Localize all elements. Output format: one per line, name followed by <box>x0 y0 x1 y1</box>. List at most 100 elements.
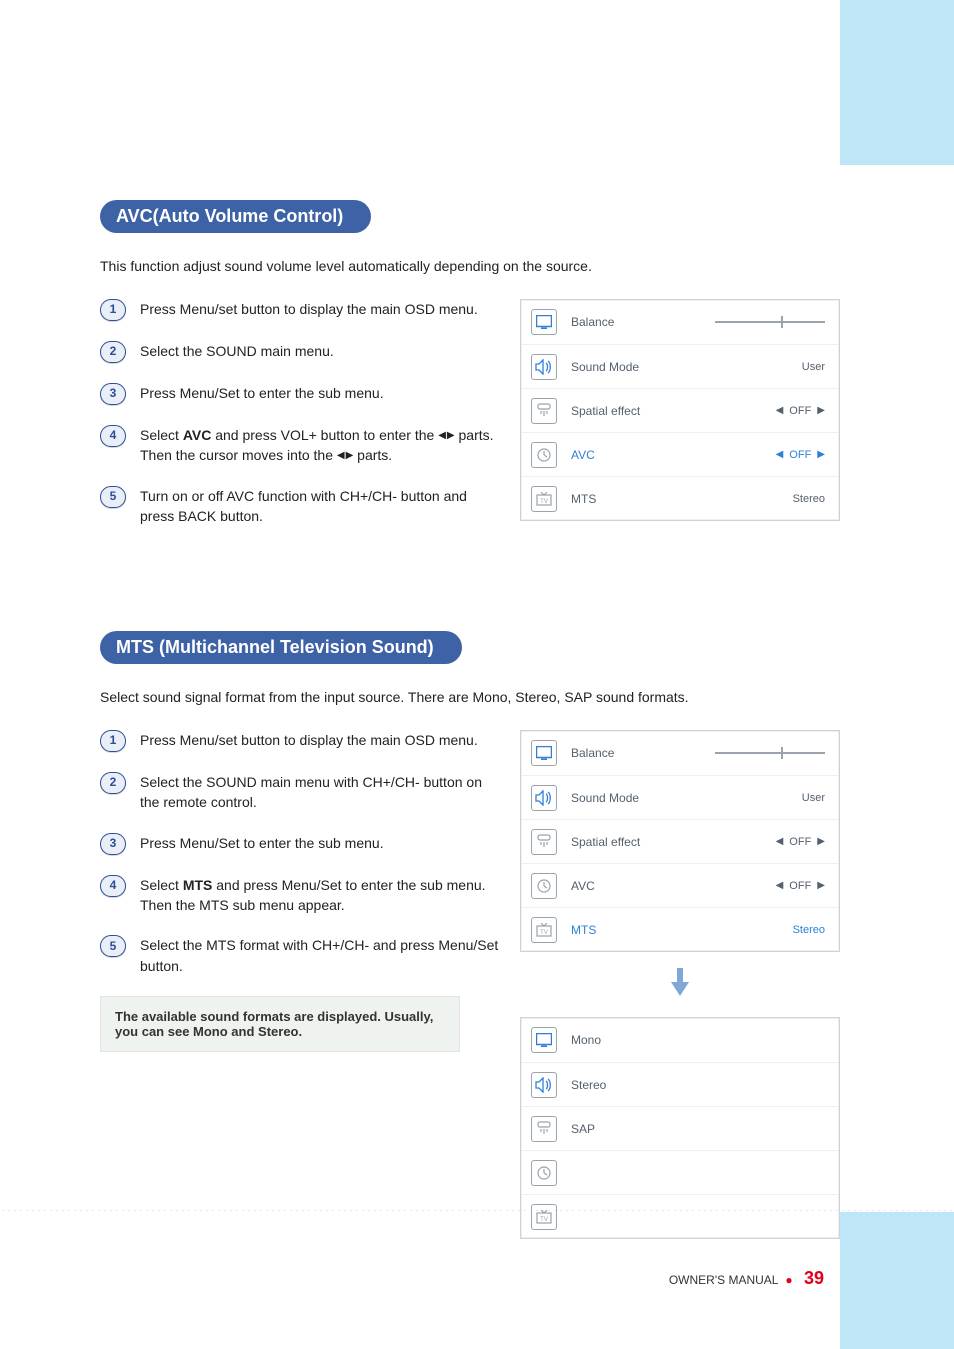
timer-icon <box>531 873 557 899</box>
osd-value: OFF <box>789 449 811 461</box>
t: Select <box>140 877 183 893</box>
step-text: Press Menu/set button to display the mai… <box>140 730 478 750</box>
osd-row-stereo[interactable]: Stereo <box>521 1062 839 1106</box>
avc-steps: 1 Press Menu/set button to display the m… <box>100 299 500 546</box>
t: parts. <box>353 447 392 463</box>
step-number-icon: 5 <box>100 935 126 957</box>
step-text: Select AVC and press VOL+ button to ente… <box>140 425 500 466</box>
t: Select <box>140 427 183 443</box>
osd-panel-avc: Balance Sound Mode User Spatial effect ◀… <box>520 299 840 521</box>
step-text: Press Menu/Set to enter the sub menu. <box>140 833 384 853</box>
t: and press VOL+ button to enter the <box>211 427 438 443</box>
osd-row-sound-mode[interactable]: Sound Mode User <box>521 344 839 388</box>
sound-icon <box>531 1072 557 1098</box>
tv-icon: TV <box>531 917 557 943</box>
step: 5 Turn on or off AVC function with CH+/C… <box>100 486 500 527</box>
osd-value: User <box>802 792 825 804</box>
page-content: AVC(Auto Volume Control) This function a… <box>0 0 840 1239</box>
dotted-rule-icon <box>0 1209 954 1212</box>
step-number-icon: 4 <box>100 875 126 897</box>
osd-row-mts[interactable]: TV MTS Stereo <box>521 907 839 951</box>
section-title-mts: MTS (Multichannel Television Sound) <box>100 631 462 664</box>
left-arrow-icon: ◀ <box>776 449 784 460</box>
step-text: Select the SOUND main menu with CH+/CH- … <box>140 772 500 813</box>
right-arrow-icon: ▶ <box>817 880 825 891</box>
osd-value: Stereo <box>793 924 825 936</box>
osd-label: Balance <box>567 315 715 329</box>
osd-row-sap[interactable]: SAP <box>521 1106 839 1150</box>
sound-icon <box>531 785 557 811</box>
step: 3 Press Menu/Set to enter the sub menu. <box>100 833 500 855</box>
left-right-arrows-icon: ◀▶ <box>337 449 353 464</box>
bullet-icon: ● <box>785 1273 792 1287</box>
osd-value: OFF <box>789 405 811 417</box>
step-number-icon: 1 <box>100 299 126 321</box>
osd-label: Spatial effect <box>567 835 776 849</box>
step-number-icon: 2 <box>100 772 126 794</box>
step-number-icon: 1 <box>100 730 126 752</box>
osd-value: Stereo <box>793 493 825 505</box>
mts-intro: Select sound signal format from the inpu… <box>100 689 840 705</box>
osd-panel-mts-1: Balance Sound Mode User Spatial effect ◀… <box>520 730 840 952</box>
right-arrow-icon: ▶ <box>817 836 825 847</box>
right-arrow-icon: ▶ <box>817 405 825 416</box>
osd-label: Spatial effect <box>567 404 776 418</box>
osd-label: Stereo <box>567 1078 825 1092</box>
step-text: Select the SOUND main menu. <box>140 341 334 361</box>
osd-row-spatial[interactable]: Spatial effect ◀OFF▶ <box>521 388 839 432</box>
timer-icon <box>531 442 557 468</box>
setup-icon <box>531 1116 557 1142</box>
t-bold: AVC <box>183 427 212 443</box>
osd-row-mono[interactable]: Mono <box>521 1018 839 1062</box>
osd-label: Sound Mode <box>567 360 802 374</box>
osd-row-avc[interactable]: AVC ◀ OFF ▶ <box>521 863 839 907</box>
osd-label: Sound Mode <box>567 791 802 805</box>
t-bold: MTS <box>183 877 213 893</box>
osd-label: AVC <box>567 879 776 893</box>
osd-row-mts[interactable]: TV MTS Stereo <box>521 476 839 520</box>
step-number-icon: 3 <box>100 383 126 405</box>
balance-slider-icon <box>715 752 825 754</box>
step-text: Turn on or off AVC function with CH+/CH-… <box>140 486 500 527</box>
osd-row-avc[interactable]: AVC ◀OFF▶ <box>521 432 839 476</box>
osd-value: OFF <box>789 880 811 892</box>
step: 2 Select the SOUND main menu. <box>100 341 500 363</box>
timer-icon <box>531 1160 557 1186</box>
osd-row-spatial[interactable]: Spatial effect ◀ OFF ▶ <box>521 819 839 863</box>
picture-icon <box>531 1027 557 1053</box>
step: 2 Select the SOUND main menu with CH+/CH… <box>100 772 500 813</box>
step: 3 Press Menu/Set to enter the sub menu. <box>100 383 500 405</box>
down-arrow-icon <box>520 968 840 1001</box>
picture-icon <box>531 740 557 766</box>
tv-icon: TV <box>531 486 557 512</box>
osd-value: OFF <box>789 836 811 848</box>
osd-row-balance[interactable]: Balance <box>521 300 839 344</box>
osd-value: User <box>802 361 825 373</box>
osd-row-sound-mode[interactable]: Sound Mode User <box>521 775 839 819</box>
step: 1 Press Menu/set button to display the m… <box>100 730 500 752</box>
step-text: Press Menu/set button to display the mai… <box>140 299 478 319</box>
osd-column: Balance Sound Mode User Spatial effect ◀… <box>520 730 840 1239</box>
right-arrow-icon: ▶ <box>817 449 825 460</box>
osd-label: MTS <box>567 923 793 937</box>
step-number-icon: 2 <box>100 341 126 363</box>
page-number-value: 39 <box>804 1268 824 1288</box>
section-title-avc: AVC(Auto Volume Control) <box>100 200 371 233</box>
step: 4 Select MTS and press Menu/Set to enter… <box>100 875 500 916</box>
step: 5 Select the MTS format with CH+/CH- and… <box>100 935 500 976</box>
left-arrow-icon: ◀ <box>776 836 784 847</box>
balance-slider-icon <box>715 321 825 323</box>
osd-row-empty <box>521 1150 839 1194</box>
setup-icon <box>531 398 557 424</box>
page-number: OWNER'S MANUAL ● 39 <box>669 1268 824 1289</box>
left-arrow-icon: ◀ <box>776 880 784 891</box>
footer-accent-band <box>840 1212 954 1349</box>
step-number-icon: 5 <box>100 486 126 508</box>
left-right-arrows-icon: ◀▶ <box>438 429 454 444</box>
page-footer: OWNER'S MANUAL ● 39 <box>0 1209 954 1349</box>
step: 1 Press Menu/set button to display the m… <box>100 299 500 321</box>
osd-row-balance[interactable]: Balance <box>521 731 839 775</box>
step-text: Press Menu/Set to enter the sub menu. <box>140 383 384 403</box>
osd-label: Mono <box>567 1033 825 1047</box>
step-text: Select the MTS format with CH+/CH- and p… <box>140 935 500 976</box>
